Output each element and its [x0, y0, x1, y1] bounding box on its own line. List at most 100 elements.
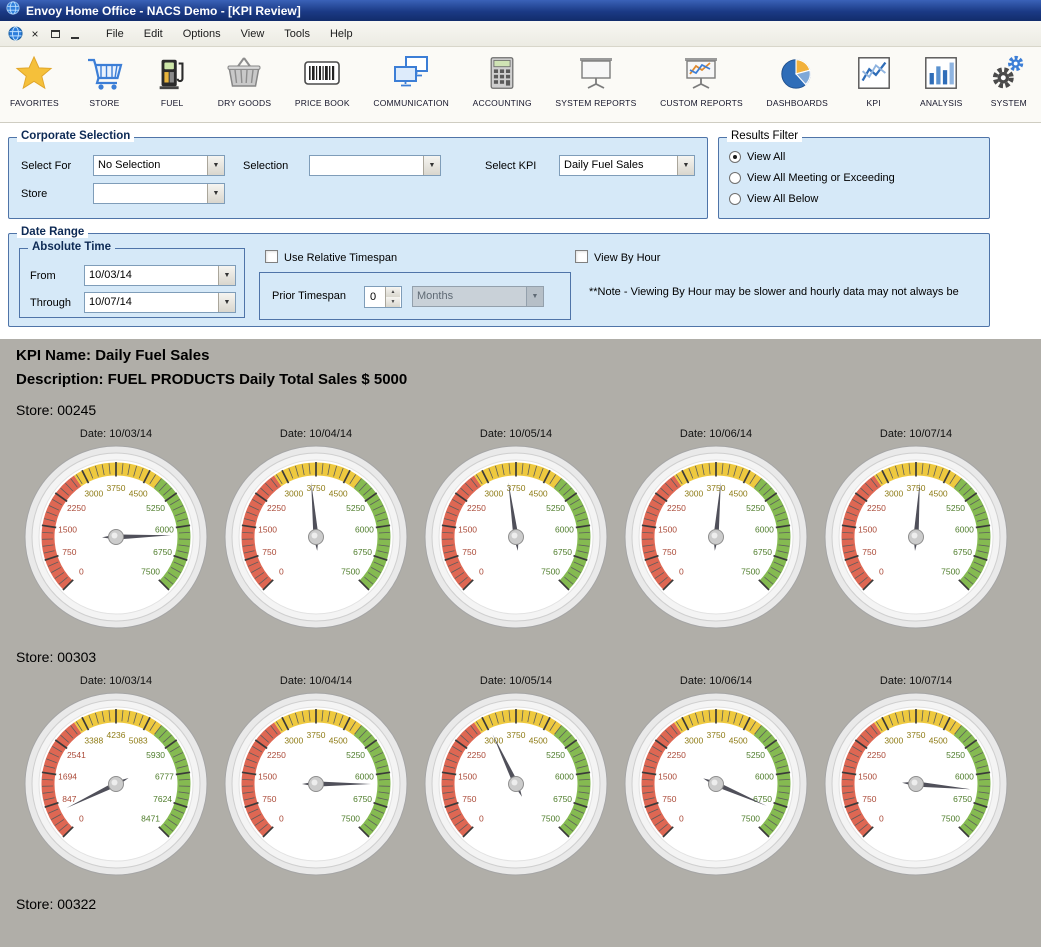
svg-text:3388: 3388 — [84, 735, 103, 745]
radio-label: View All Below — [747, 193, 818, 205]
svg-text:3000: 3000 — [884, 488, 903, 498]
store-section: Store: 00303Date: 10/03/1408471694254133… — [16, 649, 1041, 882]
svg-text:1500: 1500 — [58, 524, 77, 534]
menu-item-options[interactable]: Options — [173, 24, 231, 44]
menu-item-help[interactable]: Help — [320, 24, 363, 44]
toolbar-item-custom-reports[interactable]: CUSTOM REPORTS — [656, 50, 747, 108]
store-value — [94, 184, 207, 203]
toolbar-item-favorites[interactable]: FAVORITES — [6, 50, 63, 108]
menu-item-file[interactable]: File — [96, 24, 134, 44]
prior-timespan-stepper[interactable]: 0 ▲▼ — [364, 286, 402, 308]
gauge: Date: 10/05/1407501500225030003750450052… — [416, 420, 616, 635]
store-label: Store — [21, 188, 47, 200]
svg-text:6777: 6777 — [155, 771, 174, 781]
use-relative-timespan-checkbox[interactable] — [265, 250, 278, 263]
svg-text:750: 750 — [462, 547, 476, 557]
results-filter-option-view-all-meeting-or-exceeding[interactable]: View All Meeting or Exceeding — [729, 172, 895, 184]
relative-timespan-group: Prior Timespan 0 ▲▼ Months ▼ — [259, 272, 571, 320]
toolbar-item-store[interactable]: STORE — [79, 50, 131, 108]
svg-text:3750: 3750 — [707, 483, 726, 493]
view-by-hour-checkbox[interactable] — [575, 250, 588, 263]
svg-text:6000: 6000 — [355, 524, 374, 534]
store-section-label: Store: 00245 — [16, 402, 1041, 418]
svg-text:6750: 6750 — [353, 794, 372, 804]
toolbar-item-label: FUEL — [161, 98, 184, 108]
toolbar-item-label: STORE — [89, 98, 119, 108]
from-date-combo[interactable]: 10/03/14 ▼ — [84, 265, 236, 286]
menu-items: FileEditOptionsViewToolsHelp — [96, 24, 363, 44]
results-filter-option-view-all[interactable]: View All — [729, 151, 785, 163]
toolbar-item-dry-goods[interactable]: DRY GOODS — [214, 50, 275, 108]
svg-text:5250: 5250 — [746, 750, 765, 760]
kpi-description: Description: FUEL PRODUCTS Daily Total S… — [16, 371, 1041, 388]
close-icon[interactable]: × — [26, 25, 44, 43]
from-label: From — [30, 270, 56, 282]
select-for-combo[interactable]: No Selection ▼ — [93, 155, 225, 176]
gauge-date-label: Date: 10/03/14 — [80, 428, 152, 440]
toolbar-item-system[interactable]: SYSTEM — [983, 50, 1035, 108]
app-window: Envoy Home Office - NACS Demo - [KPI Rev… — [0, 0, 1041, 947]
radio-icon — [729, 193, 741, 205]
svg-text:4500: 4500 — [529, 735, 548, 745]
spin-up-icon[interactable]: ▲ — [386, 287, 400, 297]
svg-text:5930: 5930 — [146, 750, 165, 760]
window-title: Envoy Home Office - NACS Demo - [KPI Rev… — [26, 4, 301, 18]
toolbar: FAVORITES STORE FUEL DRY GOODS PRICE BOOK COM… — [0, 47, 1041, 123]
chevron-down-icon: ▼ — [423, 156, 440, 175]
svg-text:3750: 3750 — [107, 483, 126, 493]
toolbar-item-label: ACCOUNTING — [473, 98, 532, 108]
selection-combo[interactable]: ▼ — [309, 155, 441, 176]
svg-text:847: 847 — [62, 794, 76, 804]
menu-item-view[interactable]: View — [231, 24, 275, 44]
stores-container: Store: 00245Date: 10/03/1407501500225030… — [16, 402, 1041, 912]
svg-text:6750: 6750 — [553, 794, 572, 804]
svg-text:0: 0 — [879, 567, 884, 577]
gauge: Date: 10/06/14 07501500225030003750450052… — [616, 420, 816, 635]
toolbar-item-analysis[interactable]: ANALYSIS — [915, 50, 967, 108]
toolbar-item-label: DRY GOODS — [218, 98, 271, 108]
svg-text:6000: 6000 — [955, 771, 974, 781]
select-kpi-label: Select KPI — [485, 160, 536, 172]
spin-down-icon[interactable]: ▼ — [386, 297, 400, 307]
toolbar-item-price-book[interactable]: PRICE BOOK — [291, 50, 354, 108]
gauge-date-label: Date: 10/06/14 — [680, 675, 752, 687]
gauge: Date: 10/04/1407501500225030003750450052… — [216, 667, 416, 882]
kpi-name: KPI Name: Daily Fuel Sales — [16, 347, 1041, 364]
svg-text:6000: 6000 — [555, 771, 574, 781]
gauge-dial: 0750150022503000375045005250600067507500 — [623, 444, 809, 635]
results-filter-option-view-all-below[interactable]: View All Below — [729, 193, 818, 205]
minimize-icon[interactable] — [66, 25, 84, 43]
select-kpi-combo[interactable]: Daily Fuel Sales ▼ — [559, 155, 695, 176]
toolbar-item-kpi[interactable]: KPI — [848, 50, 900, 108]
from-date-value: 10/03/14 — [85, 266, 218, 285]
through-date-combo[interactable]: 10/07/14 ▼ — [84, 292, 236, 313]
menu-item-edit[interactable]: Edit — [134, 24, 173, 44]
gauge-date-label: Date: 10/06/14 — [680, 428, 752, 440]
toolbar-item-system-reports[interactable]: SYSTEM REPORTS — [551, 50, 640, 108]
menu-item-tools[interactable]: Tools — [274, 24, 320, 44]
gauge: Date: 10/05/1407501500225030003750450052… — [416, 667, 616, 882]
svg-text:7500: 7500 — [741, 814, 760, 824]
svg-text:4500: 4500 — [729, 735, 748, 745]
toolbar-item-communication[interactable]: COMMUNICATION — [369, 50, 453, 108]
toolbar-item-dashboards[interactable]: DASHBOARDS — [762, 50, 832, 108]
svg-text:1500: 1500 — [658, 771, 677, 781]
selection-label: Selection — [243, 160, 288, 172]
toolbar-item-accounting[interactable]: ACCOUNTING — [469, 50, 536, 108]
radio-icon — [729, 172, 741, 184]
svg-text:8471: 8471 — [141, 814, 160, 824]
basket-icon — [223, 52, 265, 94]
svg-text:1500: 1500 — [258, 524, 277, 534]
toolbar-item-label: PRICE BOOK — [295, 98, 350, 108]
svg-text:7500: 7500 — [741, 567, 760, 577]
toolbar-item-fuel[interactable]: FUEL — [146, 50, 198, 108]
svg-text:1500: 1500 — [458, 524, 477, 534]
corporate-selection-title: Corporate Selection — [17, 130, 134, 142]
date-range-title: Date Range — [17, 226, 88, 238]
store-combo[interactable]: ▼ — [93, 183, 225, 204]
toolbar-item-label: COMMUNICATION — [373, 98, 449, 108]
restore-icon[interactable] — [46, 25, 64, 43]
gauge-date-label: Date: 10/03/14 — [80, 675, 152, 687]
svg-text:2250: 2250 — [867, 750, 886, 760]
svg-text:1694: 1694 — [58, 771, 77, 781]
